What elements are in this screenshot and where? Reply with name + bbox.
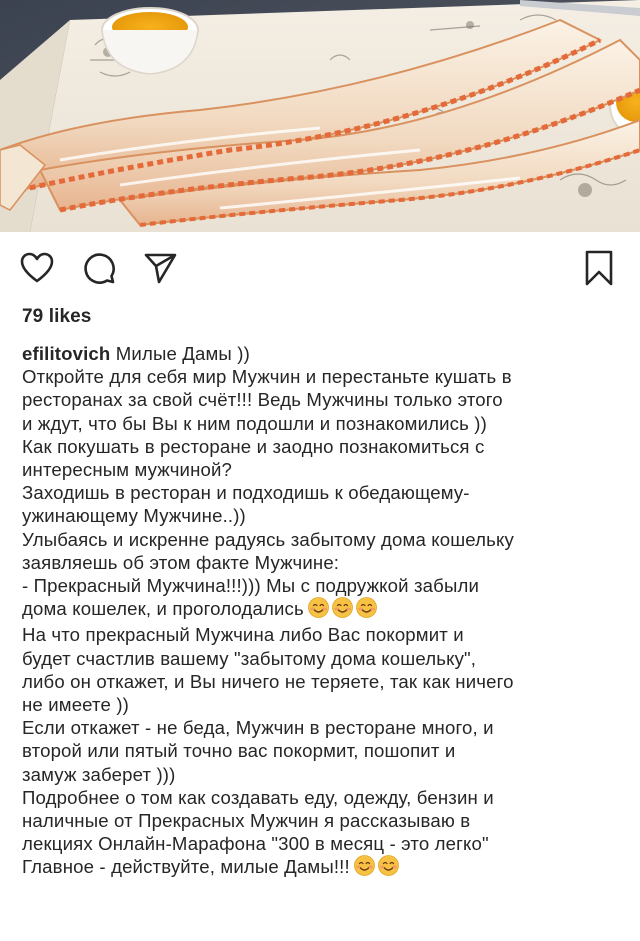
post-photo-image [0, 0, 640, 232]
likes-count[interactable]: 79 likes [22, 306, 91, 328]
caption-text: Главное - действуйте, милые Дамы!!! [22, 856, 350, 878]
smiling-face-emoji-icon [331, 597, 353, 619]
bookmark-icon[interactable] [584, 250, 614, 286]
caption-first-line: efilitovich Милые Дамы )) [22, 342, 628, 365]
caption-line: ужинающему Мужчине..)) [22, 505, 246, 527]
caption-line: наличные от Прекрасных Мужчин я рассказы… [22, 810, 471, 832]
caption-line: замуж заберет ))) [22, 763, 176, 785]
smiling-face-emoji-icon [355, 597, 377, 619]
caption-line: Улыбаясь и искренне радуясь забытому дом… [22, 528, 514, 550]
smiling-face-emoji-icon [377, 855, 399, 877]
caption-line: второй или пятый точно вас покормит, пош… [22, 740, 456, 762]
caption-line: ресторанах за свой счёт!!! Ведь Мужчины … [22, 389, 503, 411]
caption-line: Откройте для себя мир Мужчин и перестань… [22, 366, 512, 388]
caption-line: либо он откажет, и Вы ничего не теряете,… [22, 670, 514, 692]
caption-line: Заходишь в ресторан и подходишь к обедаю… [22, 482, 470, 504]
caption-line: заявляешь об этом факте Мужчине: [22, 551, 340, 573]
caption-line: На что прекрасный Мужчина либо Вас покор… [22, 624, 464, 646]
heart-outline-icon[interactable] [20, 252, 54, 284]
caption-line: будет счастлив вашему "забытому дома кош… [22, 647, 477, 669]
post-caption: efilitovich Милые Дамы )) Откройте для с… [22, 342, 628, 882]
caption-line: Подробнее о том как создавать еду, одежд… [22, 786, 494, 808]
caption-line: Если откажет - не беда, Мужчин в рестора… [22, 717, 494, 739]
smiling-face-emoji-icon [353, 855, 375, 877]
caption-line: не имеете )) [22, 694, 130, 716]
caption-line-with-emoji: Главное - действуйте, милые Дамы!!! [22, 855, 628, 881]
caption-line: интересным мужчиной? [22, 459, 233, 481]
caption-line-with-emoji: дома кошелек, и проголодались [22, 597, 628, 623]
post-photo[interactable] [0, 0, 640, 232]
caption-text: дома кошелек, и проголодались [22, 598, 304, 620]
emoji-group [307, 597, 380, 623]
caption-line: и ждут, что бы Вы к ним подошли и познак… [22, 412, 487, 434]
comment-bubble-icon[interactable] [82, 252, 116, 284]
emoji-group [353, 855, 402, 881]
post-action-bar [0, 232, 640, 302]
caption-line: Как покушать в ресторане и заодно познак… [22, 435, 485, 457]
paper-plane-icon[interactable] [144, 252, 178, 284]
caption-line: лекциях Онлайн-Марафона "300 в месяц - э… [22, 833, 489, 855]
author-username[interactable]: efilitovich [22, 343, 110, 364]
caption-line: - Прекрасный Мужчина!!!))) Мы с подружко… [22, 575, 480, 597]
smiling-face-emoji-icon [307, 597, 329, 619]
caption-text: Милые Дамы )) [115, 343, 250, 364]
